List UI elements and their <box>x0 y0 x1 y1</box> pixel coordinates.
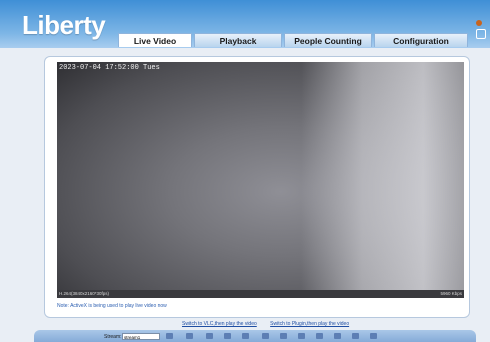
snapshot-icon[interactable] <box>186 333 193 339</box>
logout-icon[interactable] <box>476 29 486 39</box>
stream-bitrate: 5960 Kbps <box>440 291 462 296</box>
list-icon[interactable] <box>334 333 341 339</box>
stop-icon[interactable] <box>166 333 173 339</box>
tab-live-video[interactable]: Live Video <box>118 33 192 47</box>
brand-logo: Liberty <box>22 10 106 40</box>
zoom-icon[interactable] <box>224 333 231 339</box>
talk-icon[interactable] <box>262 333 269 339</box>
record-icon[interactable] <box>206 333 213 339</box>
stream-select[interactable]: stream1 <box>122 333 160 340</box>
tab-people-counting[interactable]: People Counting <box>284 33 372 47</box>
video-timestamp: 2023-07-04 17:52:00 Tues <box>59 64 160 72</box>
live-video-view[interactable] <box>57 62 464 298</box>
folder-icon[interactable] <box>316 333 323 339</box>
fullscreen-icon[interactable] <box>352 333 359 339</box>
activex-note: Note: ActiveX is being used to play live… <box>57 303 167 309</box>
video-status-bar: H.264(3840x2160*30fps) 5960 Kbps <box>57 290 464 298</box>
header-icons <box>476 20 488 39</box>
header-bar: Liberty Live Video Playback People Count… <box>0 0 490 48</box>
audio-icon[interactable] <box>242 333 249 339</box>
tab-configuration[interactable]: Configuration <box>374 33 468 47</box>
layout-icon[interactable] <box>370 333 377 339</box>
switch-plugin-link[interactable]: Switch to Plugin,then play the video <box>270 321 349 327</box>
switch-vlc-link[interactable]: Switch to VLC,then play the video <box>182 321 257 327</box>
settings-icon[interactable] <box>298 333 305 339</box>
stream-label: Stream: <box>104 334 122 340</box>
main-tabs: Live Video Playback People Counting Conf… <box>118 33 470 47</box>
tab-playback[interactable]: Playback <box>194 33 282 47</box>
player-switch-links: Switch to VLC,then play the video Switch… <box>182 321 361 327</box>
user-icon[interactable] <box>476 20 482 26</box>
stream-format: H.264(3840x2160*30fps) <box>59 291 110 296</box>
video-toolbar <box>34 330 476 342</box>
ptz-icon[interactable] <box>280 333 287 339</box>
